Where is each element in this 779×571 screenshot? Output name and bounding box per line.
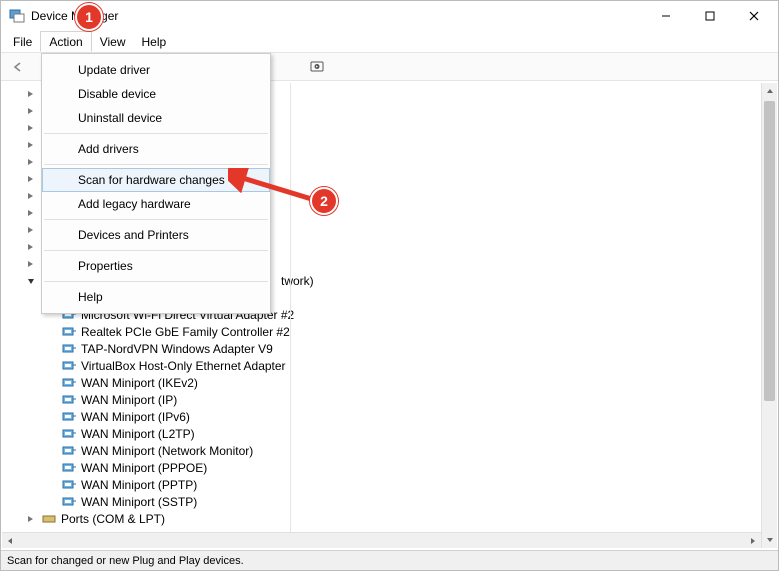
- scrollbar-thumb[interactable]: [764, 101, 775, 401]
- network-adapter-icon: [61, 426, 77, 442]
- expand-icon[interactable]: [25, 207, 37, 219]
- expand-icon[interactable]: [25, 105, 37, 117]
- device-item[interactable]: WAN Miniport (PPTP): [3, 476, 778, 493]
- expand-icon[interactable]: [25, 173, 37, 185]
- menu-separator: [44, 250, 268, 251]
- menu-separator: [44, 133, 268, 134]
- maximize-button[interactable]: [688, 2, 732, 30]
- device-label: Realtek PCIe GbE Family Controller #2: [81, 325, 290, 339]
- network-adapter-icon: [61, 477, 77, 493]
- scroll-down-button[interactable]: [762, 532, 777, 548]
- pane-divider: [290, 83, 291, 548]
- device-label: VirtualBox Host-Only Ethernet Adapter: [81, 359, 286, 373]
- vertical-scrollbar[interactable]: [761, 83, 777, 548]
- network-adapter-icon: [61, 392, 77, 408]
- collapse-icon[interactable]: [25, 275, 37, 287]
- menu-item-disable-device[interactable]: Disable device: [42, 82, 270, 106]
- network-adapter-icon: [61, 358, 77, 374]
- device-manager-icon: [9, 8, 25, 24]
- expand-icon[interactable]: [25, 258, 37, 270]
- device-item[interactable]: WAN Miniport (SSTP): [3, 493, 778, 510]
- expand-icon[interactable]: [25, 224, 37, 236]
- network-adapter-icon: [61, 443, 77, 459]
- device-label: WAN Miniport (PPTP): [81, 478, 197, 492]
- menu-separator: [44, 164, 268, 165]
- menu-item-properties[interactable]: Properties: [42, 254, 270, 278]
- device-item[interactable]: WAN Miniport (IP): [3, 391, 778, 408]
- ports-icon: [41, 511, 57, 527]
- menu-action[interactable]: Action: [40, 31, 91, 52]
- network-adapter-icon: [61, 341, 77, 357]
- statusbar: Scan for changed or new Plug and Play de…: [1, 550, 778, 570]
- expand-icon[interactable]: [25, 156, 37, 168]
- device-label: TAP-NordVPN Windows Adapter V9: [81, 342, 273, 356]
- menu-item-devices-printers[interactable]: Devices and Printers: [42, 223, 270, 247]
- scroll-right-button[interactable]: [745, 533, 761, 549]
- menu-view[interactable]: View: [92, 31, 134, 52]
- device-item[interactable]: Realtek PCIe GbE Family Controller #2: [3, 323, 778, 340]
- device-label: WAN Miniport (PPPOE): [81, 461, 207, 475]
- device-item[interactable]: WAN Miniport (IPv6): [3, 408, 778, 425]
- status-text: Scan for changed or new Plug and Play de…: [7, 555, 244, 567]
- expand-icon[interactable]: [25, 513, 37, 525]
- scroll-left-button[interactable]: [2, 533, 18, 549]
- network-adapter-icon: [61, 460, 77, 476]
- menu-help[interactable]: Help: [134, 31, 175, 52]
- titlebar: Device Manager: [1, 1, 778, 31]
- menu-item-uninstall-device[interactable]: Uninstall device: [42, 106, 270, 130]
- menu-item-update-driver[interactable]: Update driver: [42, 58, 270, 82]
- device-item[interactable]: WAN Miniport (IKEv2): [3, 374, 778, 391]
- menu-separator: [44, 219, 268, 220]
- device-item[interactable]: WAN Miniport (PPPOE): [3, 459, 778, 476]
- window-title: Device Manager: [31, 9, 644, 23]
- device-item[interactable]: WAN Miniport (Network Monitor): [3, 442, 778, 459]
- device-item[interactable]: WAN Miniport (L2TP): [3, 425, 778, 442]
- network-adapter-icon: [61, 375, 77, 391]
- category-row[interactable]: Ports (COM & LPT): [3, 510, 778, 527]
- scan-hardware-icon[interactable]: [306, 56, 328, 78]
- annotation-step-2: 2: [310, 187, 338, 215]
- network-adapter-icon: [61, 324, 77, 340]
- annotation-step-1: 1: [75, 3, 103, 31]
- network-adapter-icon: [61, 494, 77, 510]
- device-label: WAN Miniport (SSTP): [81, 495, 197, 509]
- back-button[interactable]: [7, 56, 29, 78]
- category-label: Ports (COM & LPT): [61, 512, 165, 526]
- expand-icon[interactable]: [25, 241, 37, 253]
- menu-item-add-drivers[interactable]: Add drivers: [42, 137, 270, 161]
- device-label: WAN Miniport (IPv6): [81, 410, 190, 424]
- device-label: WAN Miniport (L2TP): [81, 427, 195, 441]
- expand-icon[interactable]: [25, 88, 37, 100]
- device-item[interactable]: VirtualBox Host-Only Ethernet Adapter: [3, 357, 778, 374]
- horizontal-scrollbar[interactable]: [2, 532, 761, 548]
- device-label: WAN Miniport (IKEv2): [81, 376, 198, 390]
- expand-icon[interactable]: [25, 122, 37, 134]
- menu-item-help[interactable]: Help: [42, 285, 270, 309]
- menu-file[interactable]: File: [5, 31, 40, 52]
- close-button[interactable]: [732, 2, 776, 30]
- device-item[interactable]: TAP-NordVPN Windows Adapter V9: [3, 340, 778, 357]
- minimize-button[interactable]: [644, 2, 688, 30]
- menubar: File Action View Help: [1, 31, 778, 53]
- expand-icon[interactable]: [25, 139, 37, 151]
- device-label: WAN Miniport (Network Monitor): [81, 444, 253, 458]
- expand-icon[interactable]: [25, 190, 37, 202]
- scroll-up-button[interactable]: [762, 83, 777, 99]
- menu-separator: [44, 281, 268, 282]
- device-label: WAN Miniport (IP): [81, 393, 177, 407]
- network-adapter-icon: [61, 409, 77, 425]
